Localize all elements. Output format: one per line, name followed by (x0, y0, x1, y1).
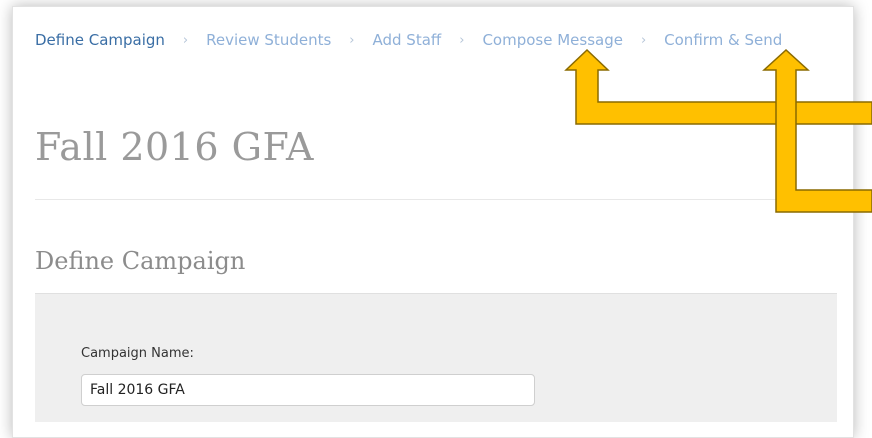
page-title: Fall 2016 GFA (35, 125, 314, 169)
step-separator-icon: › (349, 32, 355, 48)
step-separator-icon: › (640, 32, 647, 48)
step-confirm-send[interactable]: Confirm & Send (664, 31, 782, 49)
wizard-steps: Define Campaign › Review Students › Add … (35, 31, 782, 49)
campaign-form-panel: Campaign Name: (35, 293, 837, 422)
step-separator-icon: › (182, 32, 189, 48)
step-separator-icon: › (459, 32, 465, 48)
step-define-campaign[interactable]: Define Campaign (35, 31, 165, 49)
campaign-name-label: Campaign Name: (81, 346, 194, 361)
step-add-staff[interactable]: Add Staff (372, 31, 441, 49)
campaign-name-input[interactable] (81, 374, 535, 406)
step-compose-message[interactable]: Compose Message (482, 31, 623, 49)
section-title: Define Campaign (35, 247, 246, 275)
step-review-students[interactable]: Review Students (206, 31, 331, 49)
title-divider (35, 199, 845, 200)
app-window: Define Campaign › Review Students › Add … (12, 6, 854, 438)
